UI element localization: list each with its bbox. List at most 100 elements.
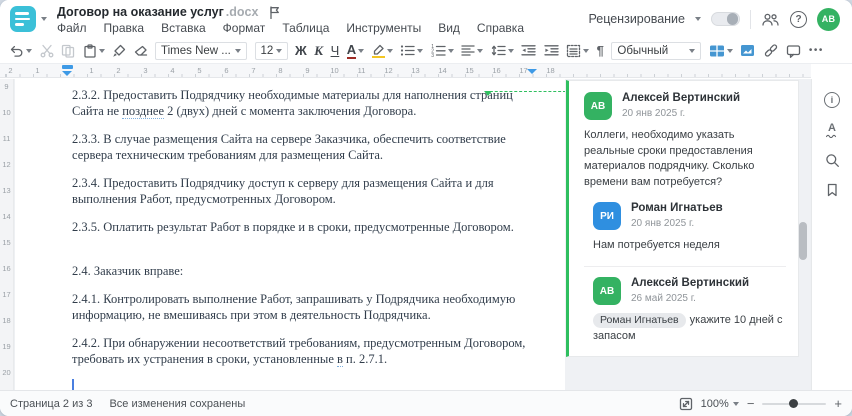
- zoom-in-button[interactable]: +: [834, 397, 842, 410]
- app-logo[interactable]: [10, 6, 36, 32]
- menu-item[interactable]: Вид: [438, 21, 460, 35]
- review-caret-down-icon[interactable]: [695, 17, 701, 21]
- page-indicator[interactable]: Страница 2 из 3: [10, 398, 92, 410]
- font-name-select[interactable]: Times New ...: [155, 41, 247, 60]
- paragraph-style-select[interactable]: Обычный: [611, 41, 702, 60]
- paragraph-2-3-4[interactable]: 2.3.4. Предоставить Подрядчику доступ к …: [72, 175, 535, 207]
- italic-button[interactable]: К: [314, 44, 323, 57]
- left-indent-marker[interactable]: [62, 70, 72, 76]
- line-spacing-button[interactable]: [491, 44, 514, 57]
- scrollbar-thumb[interactable]: [799, 222, 807, 260]
- user-avatar[interactable]: АВ: [817, 7, 840, 31]
- comment-reply-item[interactable]: РИ Роман Игнатьев 20 янв 2025 г. Нам пот…: [593, 202, 786, 254]
- undo-caret-down-icon[interactable]: [26, 48, 32, 53]
- menu-item[interactable]: Таблица: [282, 21, 329, 35]
- numbered-list-caret-down-icon[interactable]: [447, 48, 454, 53]
- review-toggle[interactable]: [711, 12, 740, 26]
- format-painter-button[interactable]: [112, 44, 126, 58]
- more-tools-button[interactable]: •••: [809, 45, 824, 56]
- collaboration-users-icon[interactable]: [761, 12, 780, 27]
- insert-table-button[interactable]: [709, 44, 733, 58]
- borders-caret-down-icon[interactable]: [583, 48, 590, 53]
- underline-button[interactable]: Ч: [331, 44, 340, 57]
- paste-button[interactable]: [83, 43, 105, 58]
- document-extension: .docx: [225, 5, 259, 19]
- vertical-ruler[interactable]: 9 10 11 12 13 14 15 16 17 18 19 20: [0, 79, 14, 390]
- statusbar: Страница 2 из 3 Все изменения сохранены …: [0, 390, 852, 416]
- numbered-list-button[interactable]: 123: [431, 44, 454, 57]
- paragraph-2-3-5[interactable]: 2.3.5. Оплатить результат Работ в порядк…: [72, 219, 535, 235]
- formatting-toolbar: Times New ... 12 Ж К Ч А 123 ¶ Обычный •…: [0, 38, 852, 64]
- comment-thread-card[interactable]: АВ Алексей Вертинский 20 янв 2025 г. Кол…: [566, 80, 799, 358]
- bold-button[interactable]: Ж: [295, 44, 307, 57]
- bullet-list-button[interactable]: [400, 44, 424, 57]
- show-paragraph-marks-button[interactable]: ¶: [597, 43, 604, 58]
- insert-comment-button[interactable]: [786, 44, 801, 58]
- help-icon[interactable]: ?: [790, 10, 807, 28]
- save-status: Все изменения сохранены: [109, 397, 246, 410]
- align-button[interactable]: [461, 44, 484, 57]
- ruler-number: 10: [330, 66, 339, 75]
- highlight-color-button[interactable]: [371, 44, 393, 58]
- font-size-select[interactable]: 12: [254, 41, 288, 60]
- comment-item[interactable]: АВ Алексей Вертинский 20 янв 2025 г. Кол…: [584, 92, 786, 190]
- ruler-number: 18: [546, 66, 555, 75]
- menu-item[interactable]: Файл: [57, 21, 87, 35]
- favorite-flag-icon[interactable]: [269, 5, 280, 19]
- menu-item[interactable]: Справка: [477, 21, 524, 35]
- bookmark-icon[interactable]: [823, 181, 841, 199]
- size-caret-down-icon: [275, 48, 282, 53]
- document-title: Договор на оказание услуг: [57, 5, 224, 19]
- logo-caret-down-icon[interactable]: [41, 17, 47, 21]
- cut-button[interactable]: [40, 44, 54, 58]
- paragraph-2-4-2[interactable]: 2.4.2. При обнаружении несоответствий тр…: [72, 335, 535, 367]
- menu-item[interactable]: Инструменты: [346, 21, 421, 35]
- copy-button[interactable]: [61, 44, 75, 58]
- search-icon[interactable]: [823, 151, 841, 169]
- paragraph-2-4-1[interactable]: 2.4.1. Контролировать выполнение Работ, …: [72, 291, 535, 323]
- paragraph-borders-button[interactable]: [566, 44, 590, 58]
- line-spacing-caret-down-icon[interactable]: [507, 48, 514, 53]
- table-caret-down-icon[interactable]: [726, 48, 733, 53]
- insert-image-button[interactable]: [740, 44, 755, 57]
- comment-author: Алексей Вертинский: [622, 92, 741, 104]
- increase-indent-button[interactable]: [543, 44, 559, 57]
- review-mode-label[interactable]: Рецензирование: [588, 12, 685, 26]
- first-line-indent-marker[interactable]: [62, 65, 73, 69]
- ruler-number: 1: [35, 66, 40, 75]
- toggle-knob: [726, 13, 738, 25]
- insert-link-button[interactable]: [763, 43, 779, 58]
- mention-pill[interactable]: Роман Игнатьев: [593, 313, 686, 329]
- document-info-icon[interactable]: i: [823, 91, 841, 109]
- paste-caret-down-icon[interactable]: [98, 48, 105, 53]
- paragraph-2-3-3[interactable]: 2.3.3. В случае размещения Сайта на серв…: [72, 131, 535, 163]
- ruler-number: 7: [251, 66, 256, 75]
- comment-reply-item[interactable]: АВ Алексей Вертинский 26 май 2025 г. Ром…: [593, 277, 786, 344]
- menu-item[interactable]: Формат: [223, 21, 266, 35]
- paragraph-2-4[interactable]: 2.4. Заказчик вправе:: [72, 263, 535, 279]
- spellcheck-icon[interactable]: А: [823, 121, 841, 139]
- font-color-caret-down-icon[interactable]: [358, 48, 365, 53]
- horizontal-ruler[interactable]: 2 1 1 2 3 4 5 6 7 8 9 10 11 12 13 14 15 16 17 18: [0, 64, 811, 78]
- align-caret-down-icon[interactable]: [477, 48, 484, 53]
- comments-scrollbar[interactable]: [799, 79, 807, 390]
- fit-width-icon[interactable]: [679, 397, 693, 411]
- decrease-indent-button[interactable]: [521, 44, 536, 57]
- right-indent-marker[interactable]: [527, 68, 537, 74]
- zoom-out-button[interactable]: −: [747, 397, 755, 410]
- font-color-button[interactable]: А: [346, 43, 365, 59]
- zoom-slider[interactable]: [762, 399, 827, 408]
- ruler-number: 16: [2, 264, 11, 273]
- paragraph-2-3-2[interactable]: 2.3.2. Предоставить Подрядчику необходим…: [72, 87, 535, 119]
- zoom-level-select[interactable]: 100%: [701, 398, 739, 410]
- document-page[interactable]: 2.3.2. Предоставить Подрядчику необходим…: [15, 79, 565, 390]
- menu-item[interactable]: Вставка: [161, 21, 206, 35]
- comment-anchored-text[interactable]: позднее: [122, 104, 165, 119]
- bullet-list-caret-down-icon[interactable]: [417, 48, 424, 53]
- highlight-caret-down-icon[interactable]: [386, 48, 393, 53]
- clear-style-eraser-button[interactable]: [134, 44, 148, 58]
- zoom-slider-handle[interactable]: [789, 399, 799, 408]
- ruler-number: 18: [2, 316, 11, 325]
- menu-item[interactable]: Правка: [104, 21, 145, 35]
- undo-button[interactable]: [9, 44, 32, 57]
